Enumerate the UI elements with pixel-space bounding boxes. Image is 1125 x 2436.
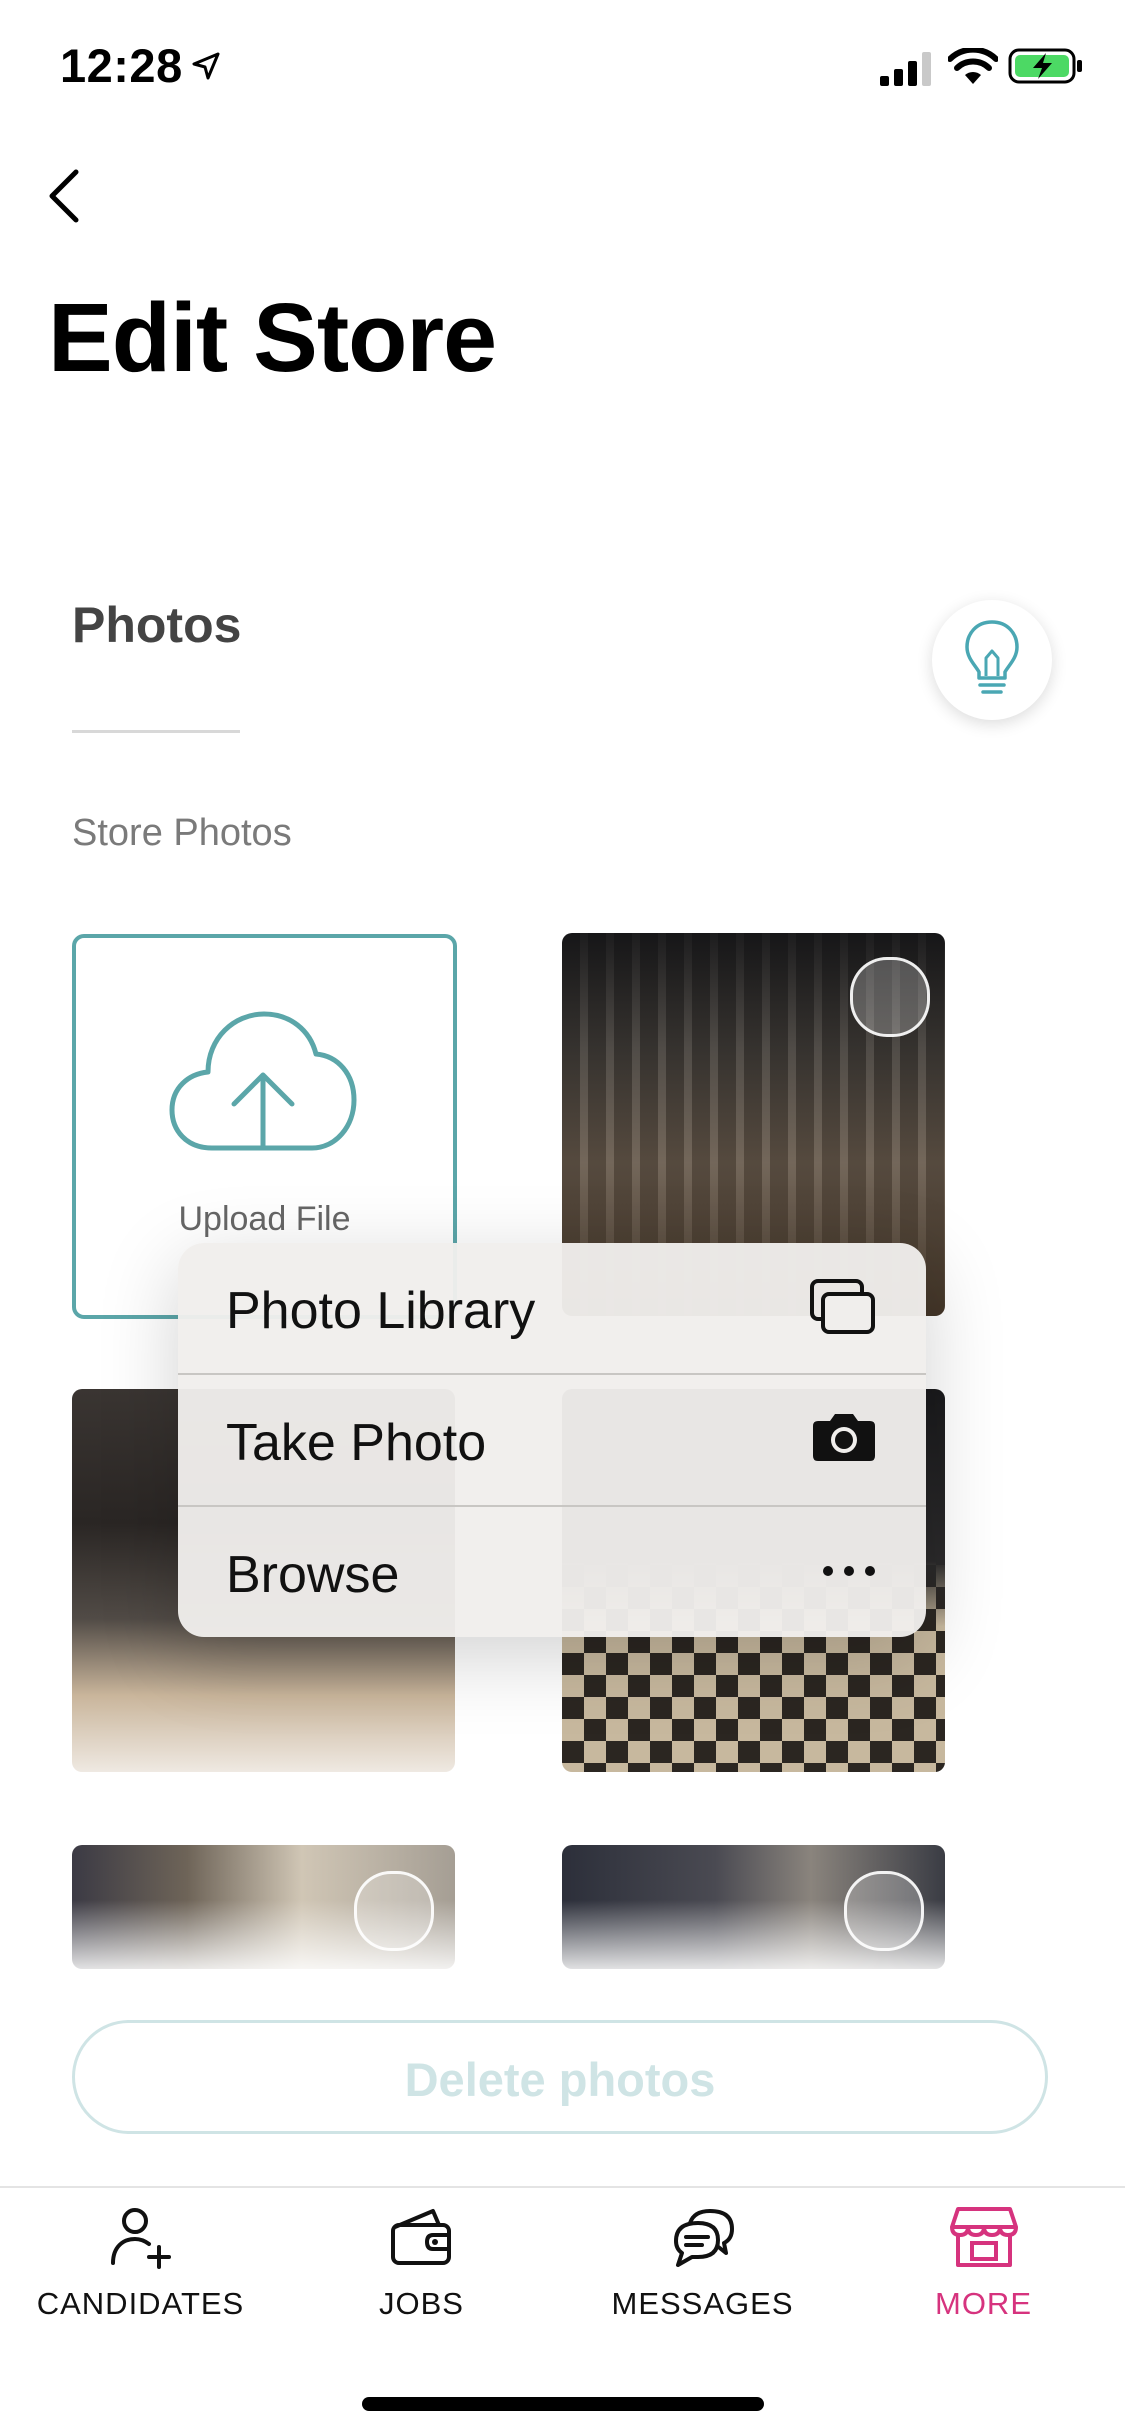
back-chevron-icon[interactable]	[40, 160, 90, 230]
upload-source-menu: Photo Library Take Photo Browse	[178, 1243, 926, 1637]
section-title: Photos	[72, 597, 242, 653]
home-indicator	[362, 2397, 764, 2411]
section-underline	[72, 730, 240, 733]
tab-label: MORE	[935, 2286, 1032, 2321]
delete-photos-button[interactable]: Delete photos	[72, 2020, 1048, 2134]
tab-messages[interactable]: MESSAGES	[562, 2205, 843, 2322]
lightbulb-icon	[965, 620, 1019, 694]
ellipsis-icon	[823, 1566, 875, 1576]
tips-button[interactable]	[932, 600, 1052, 720]
page-title: Edit Store	[48, 283, 497, 392]
menu-item-label: Take Photo	[226, 1414, 487, 1472]
menu-item-photo-library[interactable]: Photo Library	[178, 1243, 926, 1373]
tab-more[interactable]: MORE	[843, 2205, 1124, 2322]
battery-charging-icon	[1008, 48, 1082, 84]
chat-bubbles-icon	[673, 2209, 734, 2267]
store-icon	[949, 2207, 1018, 2267]
status-time: 12:28	[60, 39, 183, 92]
photo-library-icon	[810, 1279, 875, 1334]
tab-candidates[interactable]: CANDIDATES	[0, 2205, 281, 2322]
menu-item-label: Browse	[226, 1546, 400, 1604]
cellular-signal-icon	[880, 52, 931, 86]
wallet-icon	[390, 2209, 451, 2265]
tab-label: CANDIDATES	[36, 2286, 245, 2321]
photo-select-toggle[interactable]	[850, 957, 930, 1037]
store-photos-label: Store Photos	[72, 812, 292, 854]
wifi-icon	[948, 48, 998, 84]
camera-icon	[813, 1414, 875, 1461]
add-person-icon	[110, 2208, 171, 2269]
upload-file-label: Upload File	[178, 1200, 351, 1238]
tab-label: JOBS	[379, 2286, 464, 2321]
scroll-fade	[60, 1900, 960, 1990]
tab-label: MESSAGES	[611, 2286, 794, 2321]
tab-bar-divider	[0, 2186, 1125, 2188]
cloud-upload-icon	[169, 1011, 357, 1151]
location-arrow-icon	[192, 52, 220, 80]
menu-item-label: Photo Library	[226, 1282, 536, 1340]
tab-jobs[interactable]: JOBS	[281, 2205, 562, 2322]
menu-item-browse[interactable]: Browse	[178, 1507, 926, 1637]
menu-item-take-photo[interactable]: Take Photo	[178, 1375, 926, 1505]
